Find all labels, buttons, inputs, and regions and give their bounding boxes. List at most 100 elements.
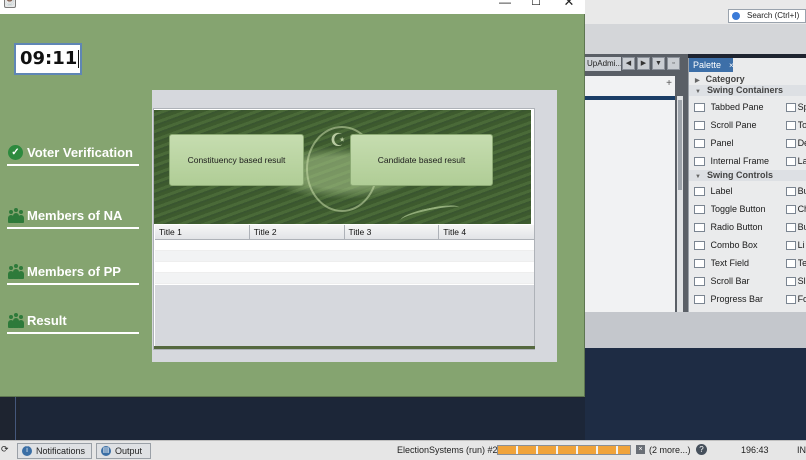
nav-label: Members of PP [27, 263, 121, 279]
time-field[interactable]: 09:11 [14, 43, 82, 75]
ide-tab-band [585, 24, 806, 54]
palette-body: ▶Category▼Swing ContainersTabbed PaneSpS… [689, 74, 806, 308]
nav-members-of-pp[interactable]: Members of PP [7, 259, 139, 285]
notifications-button[interactable]: i Notifications [17, 443, 92, 459]
component-icon [786, 240, 796, 250]
ide-lower-panel [585, 312, 806, 348]
cancel-task-icon[interactable]: × [636, 445, 645, 454]
more-tasks-link[interactable]: (2 more...) [649, 445, 691, 455]
nav-members-of-na[interactable]: Members of NA [7, 203, 139, 229]
table-row[interactable] [155, 262, 534, 273]
palette-item[interactable]: LabelBu [689, 182, 806, 200]
candidate-result-button[interactable]: Candidate based result [350, 134, 493, 186]
palette-item[interactable]: Combo Box Li [689, 236, 806, 254]
ide-search-field[interactable]: Search (Ctrl+I) [728, 9, 806, 23]
component-icon [694, 258, 705, 268]
palette-category[interactable]: ▼ Swing Containers [689, 85, 806, 96]
column-header[interactable]: Title 1 [155, 225, 250, 239]
nav-label: Voter Verification [27, 144, 133, 160]
restore-window-icon[interactable]: ▫ [667, 57, 680, 70]
component-icon [786, 138, 796, 148]
java-app-icon: ☕ [4, 0, 16, 8]
window-title-bar: ☕ — ☐ ✕ [0, 0, 585, 14]
output-button[interactable]: ▤ Output [96, 443, 151, 459]
collapse-icon: ▼ [695, 174, 701, 180]
component-icon [786, 276, 796, 286]
table-header: Title 1 Title 2 Title 3 Title 4 [155, 225, 534, 240]
component-icon [786, 186, 796, 196]
prev-tab-icon[interactable]: ◀ [622, 57, 635, 70]
editor-nav-buttons: ◀ ▶ ▼ ▫ [622, 57, 680, 70]
component-icon [694, 156, 705, 166]
component-icon [694, 276, 705, 286]
ide-dark-panel [585, 348, 806, 440]
results-table: Title 1 Title 2 Title 3 Title 4 [155, 225, 534, 284]
table-empty-area [155, 285, 534, 348]
status-bar: ⟳ i Notifications ▤ Output ElectionSyste… [0, 440, 806, 460]
component-icon [786, 204, 796, 214]
insert-mode: IN [797, 445, 806, 455]
add-icon[interactable]: + [666, 78, 672, 89]
palette-item[interactable]: Scroll Bar Sl [689, 272, 806, 290]
tab-list-icon[interactable]: ▼ [652, 57, 665, 70]
nav-voter-verification[interactable]: ✓ Voter Verification [7, 140, 139, 166]
ide-search-placeholder: Search (Ctrl+I) [747, 11, 800, 20]
close-button[interactable]: ✕ [561, 0, 577, 10]
table-row[interactable] [155, 273, 534, 284]
close-icon[interactable]: × [729, 61, 734, 70]
table-bottom-border [154, 346, 535, 349]
palette-item[interactable]: PanelDe [689, 134, 806, 152]
palette-item[interactable]: Scroll Pane To [689, 116, 806, 134]
maximize-button[interactable]: ☐ [528, 0, 544, 10]
election-app-window: ☕ — ☐ ✕ 09:11 ✓ Voter Verification Membe… [0, 0, 585, 397]
table-row[interactable] [155, 240, 534, 251]
component-icon [694, 102, 705, 112]
expand-icon: ▶ [695, 78, 700, 84]
palette-category[interactable]: ▶ Category [689, 74, 806, 85]
component-icon [694, 138, 705, 148]
status-left-icon: ⟳ [1, 444, 9, 454]
editor-area: + [585, 76, 675, 312]
component-icon [786, 156, 796, 166]
component-icon [786, 120, 796, 130]
minimize-button[interactable]: — [497, 0, 513, 10]
output-icon: ▤ [101, 446, 111, 456]
column-header[interactable]: Title 4 [439, 225, 534, 239]
notification-icon: i [22, 446, 32, 456]
help-icon[interactable]: ? [696, 444, 707, 455]
palette-item[interactable]: Radio ButtonBu [689, 218, 806, 236]
people-icon [8, 207, 24, 223]
code-editor-strip [20, 398, 585, 440]
editor-scrollbar[interactable] [677, 96, 683, 312]
component-icon [694, 294, 705, 304]
nav-label: Members of NA [27, 207, 123, 223]
gutter-line [15, 397, 16, 440]
check-circle-icon: ✓ [8, 144, 23, 160]
component-icon [786, 102, 796, 112]
column-header[interactable]: Title 3 [345, 225, 440, 239]
editor-tab[interactable]: UpAdmi... [585, 57, 621, 71]
palette-item[interactable]: Internal Frame La [689, 152, 806, 170]
people-icon [8, 312, 24, 328]
component-icon [694, 240, 705, 250]
people-icon [8, 263, 24, 279]
component-icon [694, 222, 705, 232]
nav-result[interactable]: Result [7, 308, 139, 334]
column-header[interactable]: Title 2 [250, 225, 345, 239]
constituency-result-button[interactable]: Constituency based result [169, 134, 304, 186]
next-tab-icon[interactable]: ▶ [637, 57, 650, 70]
collapse-icon: ▼ [695, 89, 701, 95]
editor-highlight-bar [585, 96, 675, 100]
palette-item[interactable]: Toggle ButtonCh [689, 200, 806, 218]
cursor-position: 196:43 [741, 445, 769, 455]
palette-category[interactable]: ▼ Swing Controls [689, 170, 806, 181]
component-icon [786, 222, 796, 232]
palette-item[interactable]: Progress Bar Fo [689, 290, 806, 308]
table-row[interactable] [155, 251, 534, 262]
palette-item[interactable]: Tabbed PaneSp [689, 98, 806, 116]
palette-item[interactable]: Text Field Te [689, 254, 806, 272]
palette-tab[interactable]: Palette × [689, 58, 734, 72]
run-progress-bar [497, 445, 631, 455]
component-icon [694, 204, 705, 214]
component-icon [786, 258, 796, 268]
